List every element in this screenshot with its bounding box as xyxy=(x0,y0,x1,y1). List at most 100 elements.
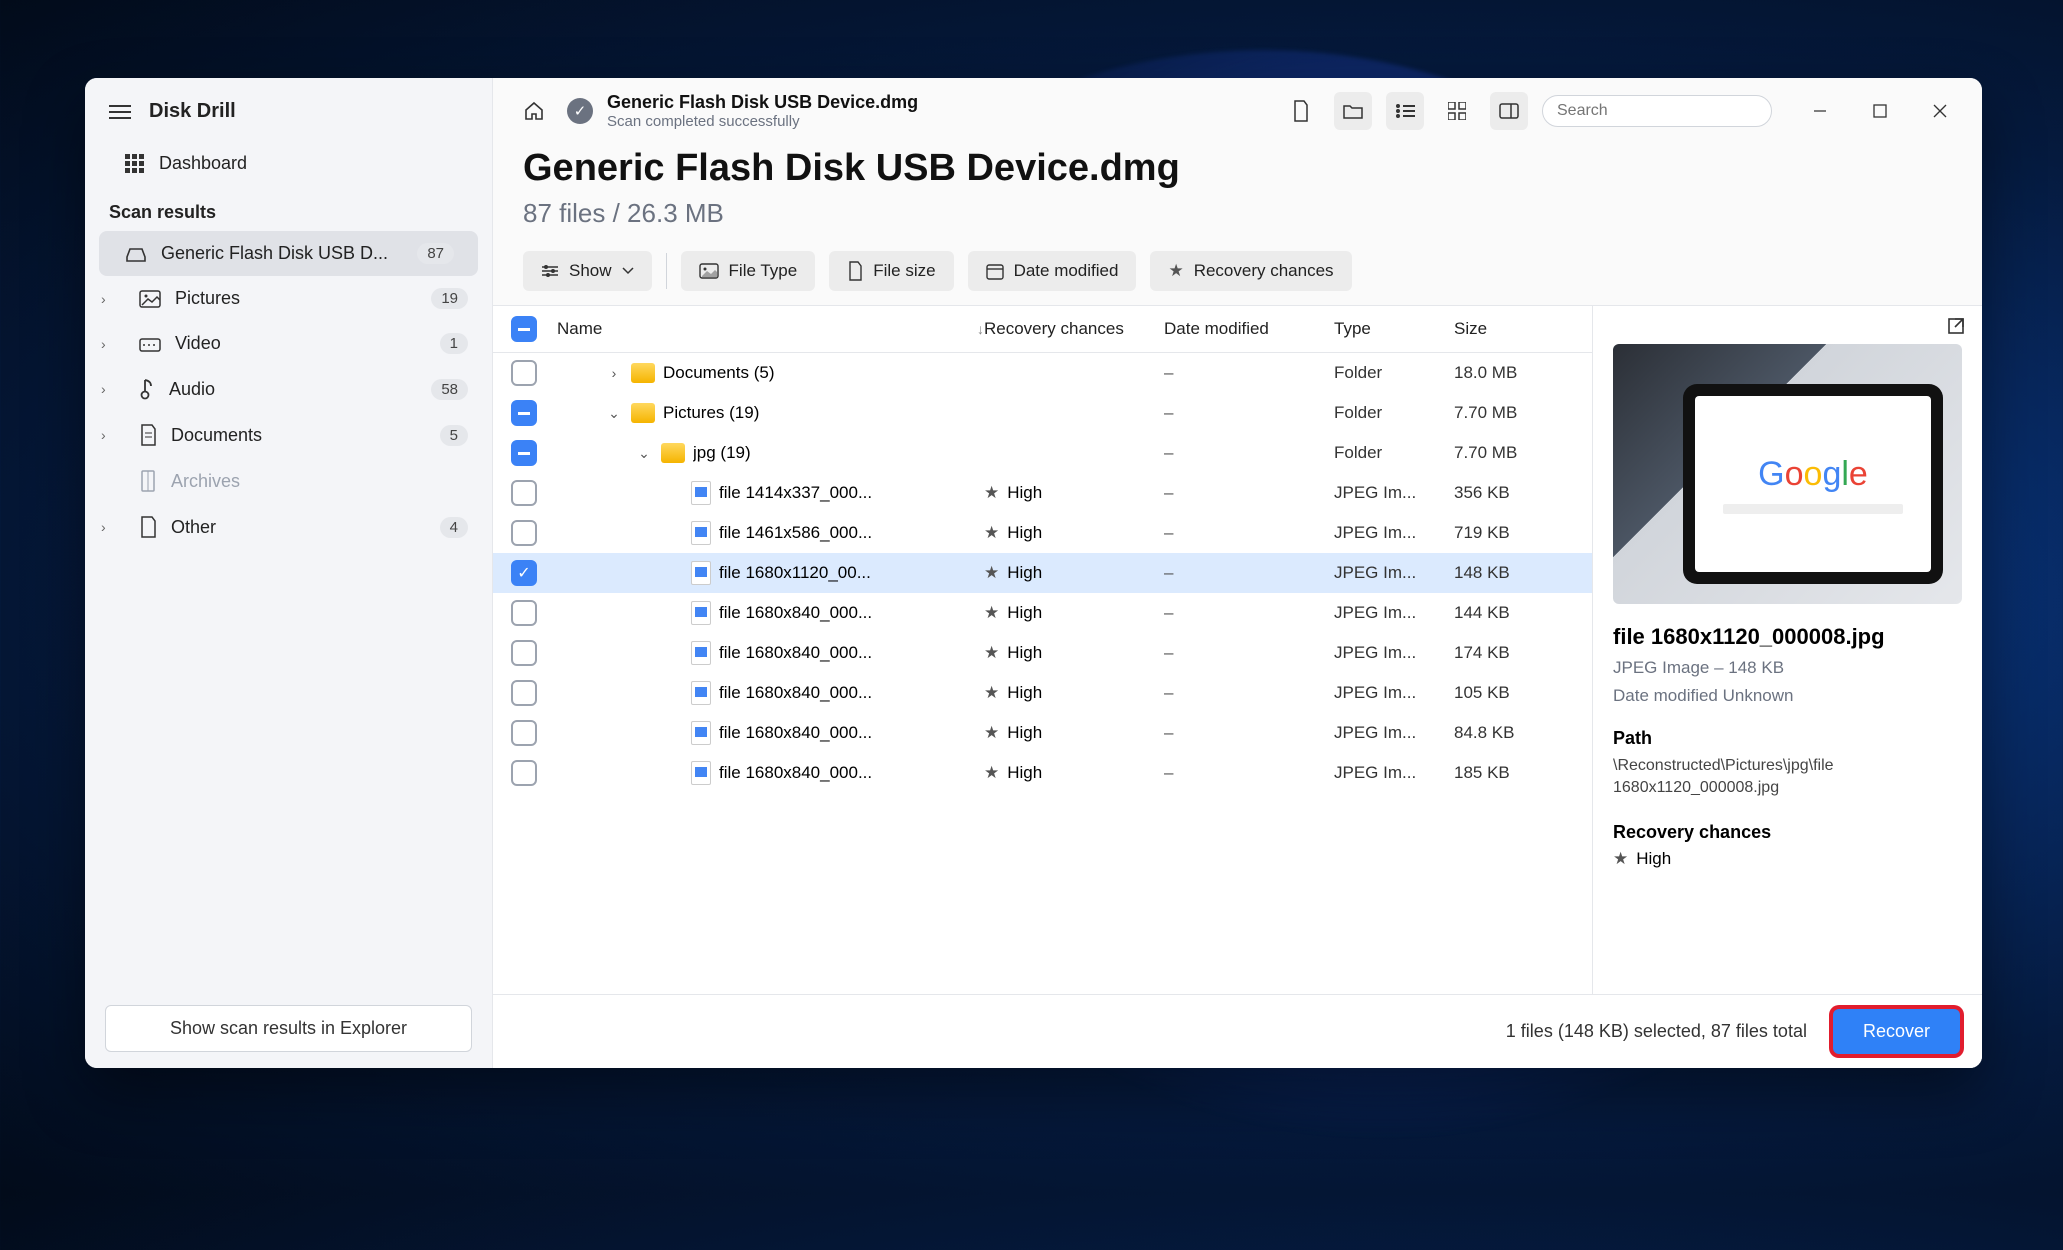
sidebar-item-device[interactable]: Generic Flash Disk USB D... 87 xyxy=(99,231,478,276)
col-recovery[interactable]: Recovery chances xyxy=(984,319,1164,339)
search-box[interactable] xyxy=(1542,95,1772,127)
type-value: Folder xyxy=(1334,403,1454,423)
row-checkbox[interactable] xyxy=(511,400,537,426)
row-checkbox[interactable] xyxy=(511,480,537,506)
col-date[interactable]: Date modified xyxy=(1164,319,1334,339)
folder-icon xyxy=(661,443,685,463)
disk-icon xyxy=(125,245,147,263)
row-checkbox[interactable] xyxy=(511,440,537,466)
grid-view-button[interactable] xyxy=(1438,92,1476,130)
nav-dashboard[interactable]: Dashboard xyxy=(85,141,492,186)
sidebar-item-video[interactable]: › Video 1 xyxy=(85,321,492,366)
select-all-checkbox[interactable] xyxy=(511,316,537,342)
table-row[interactable]: file 1680x840_000... ★High – JPEG Im... … xyxy=(493,673,1592,713)
file-table: Name↓ Recovery chances Date modified Typ… xyxy=(493,306,1592,994)
filter-recovery-chances[interactable]: ★ Recovery chances xyxy=(1150,251,1351,291)
recover-button[interactable]: Recover xyxy=(1833,1009,1960,1054)
sidebar-item-other[interactable]: › Other 4 xyxy=(85,504,492,550)
grid4-icon xyxy=(1448,102,1466,120)
star-icon: ★ xyxy=(984,483,999,503)
folder-view-button[interactable] xyxy=(1334,92,1372,130)
home-button[interactable] xyxy=(515,92,553,130)
jpeg-file-icon xyxy=(691,601,711,625)
sidebar-item-pictures[interactable]: › Pictures 19 xyxy=(85,276,492,321)
calendar-icon xyxy=(986,262,1004,280)
search-input[interactable] xyxy=(1557,102,1764,120)
star-icon: ★ xyxy=(984,563,999,583)
date-value: – xyxy=(1164,403,1334,423)
filter-file-size[interactable]: File size xyxy=(829,251,953,291)
col-size[interactable]: Size xyxy=(1454,319,1574,339)
chevron-right-icon[interactable]: › xyxy=(101,291,106,307)
expand-toggle[interactable]: ⌄ xyxy=(635,445,653,462)
list-view-button[interactable] xyxy=(1386,92,1424,130)
row-checkbox[interactable] xyxy=(511,600,537,626)
panel-icon xyxy=(1499,103,1519,119)
star-icon: ★ xyxy=(984,723,999,743)
jpeg-file-icon xyxy=(691,481,711,505)
type-value: JPEG Im... xyxy=(1334,683,1454,703)
size-value: 174 KB xyxy=(1454,643,1574,663)
sidebar-item-audio[interactable]: › Audio 58 xyxy=(85,366,492,412)
google-logo: Google xyxy=(1758,455,1868,494)
recovery-value: High xyxy=(1007,723,1042,743)
col-type[interactable]: Type xyxy=(1334,319,1454,339)
date-value: – xyxy=(1164,683,1334,703)
row-checkbox[interactable] xyxy=(511,560,537,586)
archives-icon xyxy=(139,470,157,492)
expand-toggle[interactable]: ⌄ xyxy=(605,405,623,422)
table-row[interactable]: file 1680x840_000... ★High – JPEG Im... … xyxy=(493,753,1592,793)
table-row[interactable]: ⌄ jpg (19) – Folder 7.70 MB xyxy=(493,433,1592,473)
minimize-button[interactable] xyxy=(1804,95,1836,127)
date-value: – xyxy=(1164,363,1334,383)
documents-icon xyxy=(139,424,157,446)
folder-icon xyxy=(1342,102,1364,120)
type-value: JPEG Im... xyxy=(1334,763,1454,783)
table-row[interactable]: › Documents (5) – Folder 18.0 MB xyxy=(493,353,1592,393)
table-row[interactable]: file 1680x840_000... ★High – JPEG Im... … xyxy=(493,633,1592,673)
table-row[interactable]: file 1680x840_000... ★High – JPEG Im... … xyxy=(493,593,1592,633)
breadcrumb-title: Generic Flash Disk USB Device.dmg xyxy=(607,92,918,113)
type-value: JPEG Im... xyxy=(1334,483,1454,503)
chevron-right-icon[interactable]: › xyxy=(101,381,106,397)
date-value: – xyxy=(1164,643,1334,663)
row-checkbox[interactable] xyxy=(511,360,537,386)
table-row[interactable]: file 1461x586_000... ★High – JPEG Im... … xyxy=(493,513,1592,553)
popout-button[interactable] xyxy=(1946,316,1966,336)
table-row[interactable]: file 1414x337_000... ★High – JPEG Im... … xyxy=(493,473,1592,513)
recovery-value: High xyxy=(1007,603,1042,623)
sidebar-item-documents[interactable]: › Documents 5 xyxy=(85,412,492,458)
pictures-icon xyxy=(139,290,161,308)
filter-file-type[interactable]: File Type xyxy=(681,251,816,291)
file-name: file 1680x1120_00... xyxy=(719,563,871,583)
row-checkbox[interactable] xyxy=(511,680,537,706)
filter-date-label: Date modified xyxy=(1014,261,1119,281)
table-row[interactable]: file 1680x840_000... ★High – JPEG Im... … xyxy=(493,713,1592,753)
details-recovery-value: High xyxy=(1636,849,1671,869)
table-body[interactable]: › Documents (5) – Folder 18.0 MB ⌄ Pictu… xyxy=(493,353,1592,994)
split-view-button[interactable] xyxy=(1490,92,1528,130)
close-button[interactable] xyxy=(1924,95,1956,127)
jpeg-file-icon xyxy=(691,761,711,785)
row-checkbox[interactable] xyxy=(511,760,537,786)
maximize-button[interactable] xyxy=(1864,95,1896,127)
show-in-explorer-button[interactable]: Show scan results in Explorer xyxy=(105,1005,472,1052)
chevron-right-icon[interactable]: › xyxy=(101,336,106,352)
table-row[interactable]: file 1680x1120_00... ★High – JPEG Im... … xyxy=(493,553,1592,593)
col-name[interactable]: Name↓ xyxy=(557,319,984,339)
show-dropdown[interactable]: Show xyxy=(523,251,652,291)
row-checkbox[interactable] xyxy=(511,640,537,666)
maximize-icon xyxy=(1873,104,1887,118)
expand-toggle[interactable]: › xyxy=(605,365,623,381)
menu-icon[interactable] xyxy=(109,101,131,123)
row-checkbox[interactable] xyxy=(511,520,537,546)
row-checkbox[interactable] xyxy=(511,720,537,746)
filter-date-modified[interactable]: Date modified xyxy=(968,251,1137,291)
chevron-right-icon[interactable]: › xyxy=(101,427,106,443)
table-row[interactable]: ⌄ Pictures (19) – Folder 7.70 MB xyxy=(493,393,1592,433)
size-value: 105 KB xyxy=(1454,683,1574,703)
file-view-button[interactable] xyxy=(1282,92,1320,130)
sidebar-item-archives[interactable]: Archives xyxy=(85,458,492,504)
chevron-down-icon xyxy=(622,267,634,275)
chevron-right-icon[interactable]: › xyxy=(101,519,106,535)
